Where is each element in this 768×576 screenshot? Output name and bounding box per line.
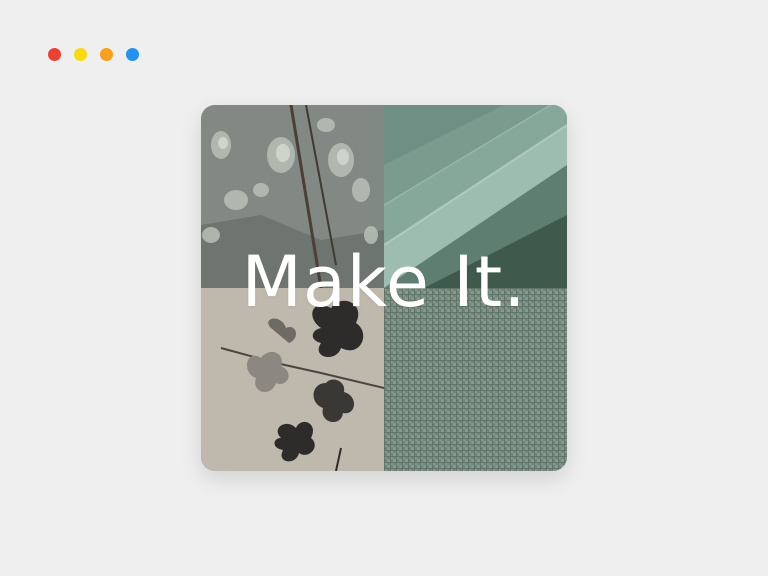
- mood-board-card[interactable]: Make It.: [201, 105, 567, 471]
- red-dot: [48, 48, 61, 61]
- page: Make It.: [0, 0, 768, 576]
- headline: Make It.: [241, 241, 527, 323]
- yellow-dot: [74, 48, 87, 61]
- loading-dots: [48, 48, 139, 61]
- orange-dot: [100, 48, 113, 61]
- blue-dot: [126, 48, 139, 61]
